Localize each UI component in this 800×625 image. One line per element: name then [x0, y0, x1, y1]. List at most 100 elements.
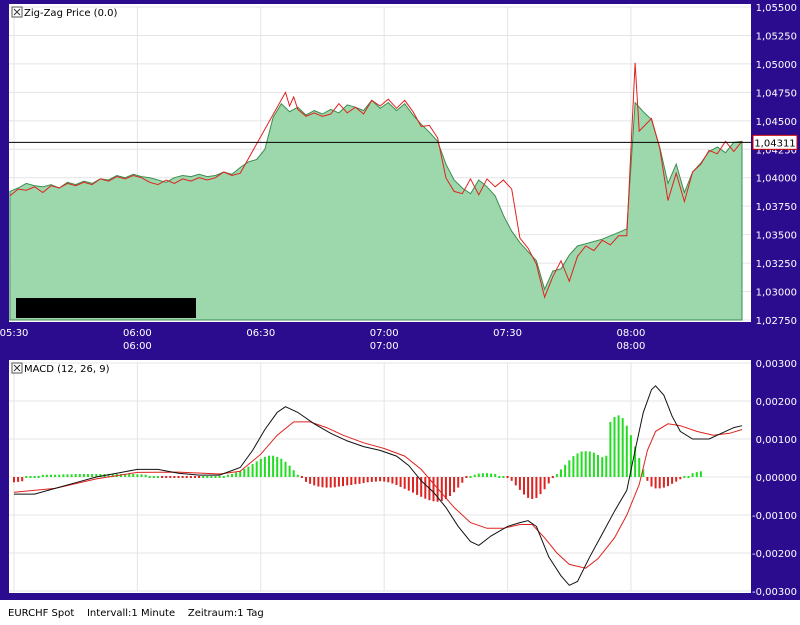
histogram-bar — [691, 473, 694, 477]
histogram-bar — [465, 476, 468, 478]
histogram-bar — [243, 469, 246, 477]
histogram-bar — [699, 471, 702, 477]
footer-symbol: EURCHF Spot — [8, 608, 75, 619]
time-x-tick-label: 06:00 — [123, 328, 152, 339]
price-y-tick-label: 1,03500 — [756, 231, 797, 242]
histogram-bar — [370, 477, 373, 482]
histogram-bar — [588, 451, 591, 477]
histogram-bar — [654, 477, 657, 489]
histogram-bar — [469, 476, 472, 478]
time-x-tick-label: 05:30 — [0, 328, 28, 339]
histogram-bar — [662, 477, 665, 488]
histogram-bar — [481, 473, 484, 477]
histogram-bar — [185, 476, 188, 478]
time-x-tick-label: 08:00 — [617, 328, 646, 339]
histogram-bar — [449, 477, 451, 496]
histogram-bar — [506, 476, 509, 478]
histogram-bar — [490, 473, 493, 477]
histogram-bar — [695, 472, 698, 477]
histogram-bar — [136, 474, 139, 477]
histogram-bar — [523, 477, 525, 495]
histogram-bar — [255, 461, 258, 477]
macd-panel-title-text: MACD (12, 26, 9) — [24, 364, 110, 375]
histogram-bar — [498, 476, 501, 478]
date-x-tick-label: 06:00 — [123, 341, 152, 352]
histogram-bar — [313, 477, 316, 486]
histogram-bar — [268, 455, 270, 477]
histogram-bar — [683, 476, 686, 478]
price-y-tick-label: 1,04000 — [756, 174, 797, 185]
histogram-bar — [292, 470, 295, 477]
histogram-bar — [675, 477, 678, 482]
histogram-bar — [494, 474, 497, 477]
histogram-bar — [41, 474, 44, 477]
histogram-bar — [362, 477, 365, 484]
histogram-bar — [366, 477, 369, 483]
macd-y-tick-label: 0,00200 — [756, 397, 797, 408]
histogram-bar — [667, 477, 669, 487]
histogram-bar — [457, 477, 460, 488]
histogram-bar — [510, 477, 513, 481]
histogram-bar — [305, 477, 307, 482]
histogram-bar — [444, 477, 447, 499]
histogram-bar — [140, 474, 143, 477]
histogram-bar — [555, 474, 558, 477]
histogram-bar — [580, 451, 583, 477]
histogram-bar — [288, 465, 291, 477]
histogram-bar — [33, 476, 36, 478]
histogram-bar — [13, 477, 15, 483]
price-panel-title-text: Zig-Zag Price (0.0) — [24, 8, 117, 19]
histogram-bar — [486, 473, 488, 477]
histogram-bar — [62, 474, 65, 477]
histogram-bar — [671, 477, 674, 484]
histogram-bar — [568, 460, 571, 477]
histogram-bar — [37, 476, 40, 478]
histogram-bar — [329, 477, 332, 488]
price-y-tick-label: 1,02750 — [756, 316, 797, 327]
status-footer: EURCHF Spot Intervall:1 Minute Zeitraum:… — [0, 600, 800, 625]
histogram-bar — [597, 455, 599, 477]
histogram-bar — [321, 477, 324, 488]
date-x-tick-label: 08:00 — [617, 341, 646, 352]
footer-info: EURCHF Spot Intervall:1 Minute Zeitraum:… — [8, 608, 264, 619]
histogram-bar — [407, 477, 410, 491]
histogram-bar — [432, 477, 435, 502]
histogram-bar — [609, 421, 612, 477]
histogram-bar — [539, 477, 542, 495]
date-x-tick-label: 07:00 — [370, 341, 399, 352]
histogram-bar — [617, 415, 620, 477]
histogram-bar — [25, 476, 28, 478]
histogram-bar — [379, 477, 382, 482]
histogram-bar — [531, 477, 534, 499]
histogram-bar — [440, 477, 443, 501]
histogram-bar — [399, 477, 402, 487]
histogram-bar — [226, 474, 229, 477]
histogram-bar — [189, 476, 192, 478]
histogram-bar — [383, 477, 386, 482]
histogram-bar — [679, 477, 682, 480]
histogram-bar — [592, 452, 595, 477]
price-y-axis: 1,055001,052501,050001,047501,045001,042… — [756, 3, 797, 327]
histogram-bar — [235, 472, 238, 477]
histogram-bar — [403, 477, 406, 489]
macd-y-axis: 0,00300 0,00200 0,00100 0,00000 -0,00100 -0,0… — [752, 359, 797, 598]
histogram-bar — [374, 477, 377, 482]
histogram-bar — [547, 477, 550, 484]
histogram-bar — [284, 461, 287, 477]
histogram-bar — [202, 476, 205, 478]
macd-y-tick-label: 0,00300 — [756, 359, 797, 370]
macd-panel: MACD (12, 26, 9) 0,003000,002000,001000,… — [9, 359, 797, 598]
histogram-bar — [601, 457, 604, 477]
histogram-bar — [621, 418, 624, 477]
histogram-bar — [564, 464, 567, 477]
histogram-bar — [453, 477, 456, 493]
histogram-bar — [87, 474, 89, 477]
histogram-bar — [272, 455, 275, 477]
time-x-tick-label: 07:30 — [493, 328, 522, 339]
histogram-bar — [325, 477, 328, 488]
histogram-bar — [391, 477, 394, 484]
histogram-bar — [309, 477, 312, 484]
histogram-bar — [231, 474, 233, 477]
histogram-bar — [78, 474, 81, 477]
histogram-bar — [342, 477, 344, 487]
